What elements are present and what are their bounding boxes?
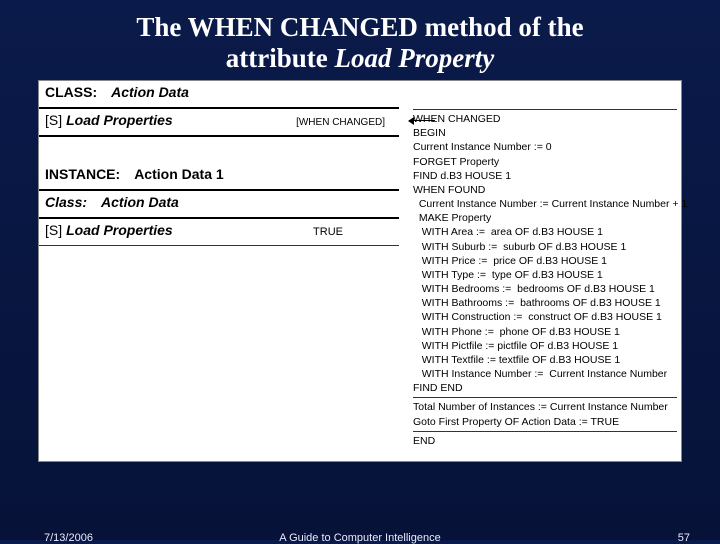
code-line: WITH Pictfile := pictfile OF d.B3 HOUSE …	[413, 339, 677, 353]
code-line: MAKE Property	[413, 211, 677, 225]
code-line: WITH Bedrooms := bedrooms OF d.B3 HOUSE …	[413, 282, 677, 296]
slot1-prefix: [S]	[45, 112, 62, 128]
code-line: FORGET Property	[413, 155, 677, 169]
content-panel: CLASS: Action Data [S] Load Properties […	[38, 80, 682, 462]
class2-row: Class: Action Data	[39, 191, 399, 219]
class2-value: Action Data	[101, 194, 179, 210]
code-line: FIND END	[413, 381, 677, 395]
code-line: WITH Textfile := textfile OF d.B3 HOUSE …	[413, 353, 677, 367]
code-line: BEGIN	[413, 126, 677, 140]
code-line: WITH Construction := construct OF d.B3 H…	[413, 310, 677, 324]
code-line: Current Instance Number := Current Insta…	[413, 197, 677, 211]
code-line: WITH Phone := phone OF d.B3 HOUSE 1	[413, 325, 677, 339]
divider	[413, 397, 677, 398]
code-line: Goto First Property OF Action Data := TR…	[413, 415, 677, 429]
slot1-name: Load Properties	[66, 112, 173, 128]
code-line: FIND d.B3 HOUSE 1	[413, 169, 677, 183]
footer-center: A Guide to Computer Intelligence	[0, 532, 720, 544]
divider	[413, 431, 677, 432]
slot2-name: Load Properties	[66, 222, 173, 238]
slot-row-1: [S] Load Properties [WHEN CHANGED]	[39, 109, 399, 137]
code-line: Current Instance Number := 0	[413, 140, 677, 154]
code-line: WHEN CHANGED	[413, 112, 677, 126]
code-line: WHEN FOUND	[413, 183, 677, 197]
title-line2a: attribute	[226, 43, 328, 73]
class-row: CLASS: Action Data	[39, 81, 399, 109]
slot1-tag: [WHEN CHANGED]	[296, 117, 385, 128]
instance-label: INSTANCE:	[45, 166, 120, 182]
slide-title: The WHEN CHANGED method of the attribute…	[0, 0, 720, 80]
slot2-value: TRUE	[313, 226, 343, 238]
class2-label: Class:	[45, 194, 87, 210]
left-column: CLASS: Action Data [S] Load Properties […	[39, 81, 399, 246]
title-line1: The WHEN CHANGED method of the	[136, 12, 583, 42]
class-label: CLASS:	[45, 84, 97, 100]
slot2-prefix: [S]	[45, 222, 62, 238]
class-value: Action Data	[111, 84, 189, 100]
code-line: WITH Type := type OF d.B3 HOUSE 1	[413, 268, 677, 282]
code-block: WHEN CHANGED BEGIN Current Instance Numb…	[413, 109, 677, 448]
code-line: END	[413, 434, 677, 448]
code-line: WITH Suburb := suburb OF d.B3 HOUSE 1	[413, 240, 677, 254]
instance-row: INSTANCE: Action Data 1	[39, 163, 399, 191]
footer-page: 57	[678, 532, 690, 544]
instance-value: Action Data 1	[134, 166, 223, 182]
code-line: WITH Instance Number := Current Instance…	[413, 367, 677, 381]
code-line: WITH Price := price OF d.B3 HOUSE 1	[413, 254, 677, 268]
code-line: WITH Bathrooms := bathrooms OF d.B3 HOUS…	[413, 296, 677, 310]
spacer	[39, 137, 399, 163]
code-line: WITH Area := area OF d.B3 HOUSE 1	[413, 225, 677, 239]
code-line: Total Number of Instances := Current Ins…	[413, 400, 677, 414]
slot-row-2: [S] Load Properties TRUE	[39, 219, 399, 246]
title-line2b: Load Property	[335, 43, 495, 73]
